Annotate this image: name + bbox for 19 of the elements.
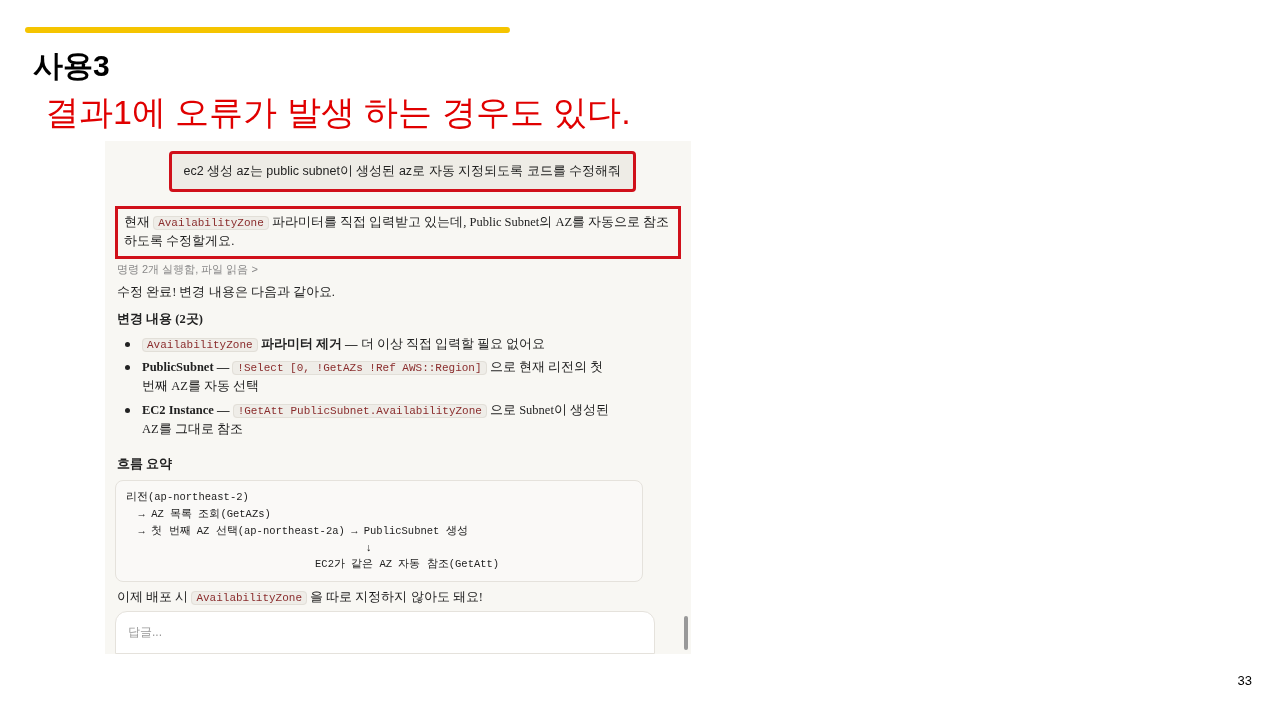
done-text: 수정 완료! 변경 내용은 다음과 같아요. (117, 284, 336, 301)
slide-title: 사용3 (33, 48, 111, 84)
bullet-icon (125, 364, 130, 370)
scrollbar-thumb[interactable] (684, 616, 688, 650)
flow-heading: 흐름 요약 (117, 456, 174, 474)
bullet-icon (125, 341, 130, 347)
assistant-paragraph: 현재 AvailabilityZone 파라미터를 직접 입력받고 있는데, Public Subnet의 AZ를 자동으로 참조하도록 수정할게요. (115, 205, 681, 259)
user-message: ec2 생성 az는 public subnet이 생성된 az로 자동 지정되도록 코드를 수정해줘 (168, 151, 636, 192)
reply-field[interactable]: 답글... (115, 610, 655, 654)
changes-heading: 변경 내용 (2곳) (117, 310, 204, 328)
page-number: 33 (1237, 671, 1252, 690)
bullet-icon (125, 407, 130, 413)
bullet-text: AvailabilityZone 파라미터 제거 — 더 이상 직접 입력할 필요 없어요 (142, 334, 546, 354)
code-block: 리전(ap-northeast-2) → AZ 목록 조회(GetAZs) → 첫 번째 AZ 선택(ap-northeast-2a) → PublicSubnet 생성 ↓ EC2가 같은 AZ 자동 참조(GetAtt) (115, 480, 643, 583)
slide-subtitle: 결과1에 오류가 발생 하는 경우도 있다. (45, 91, 632, 133)
tool-summary-link[interactable]: 명령 2개 실행함, 파일 읽음 > (117, 260, 258, 277)
bullet-text: EC2 Instance — !GetAtt PublicSubnet.AvailabilityZone 으로 Subnet이 생성된 AZ를 그대로 참조 (142, 401, 610, 438)
bullet-text: PublicSubnet — !Select [0, !GetAZs !Ref AWS::Region] 으로 현재 리전의 첫 번째 AZ를 자동 선택 (142, 358, 605, 396)
final-text: 이제 배포 시 AvailabilityZone 을 따로 지정하지 않아도 돼요! (117, 589, 484, 607)
